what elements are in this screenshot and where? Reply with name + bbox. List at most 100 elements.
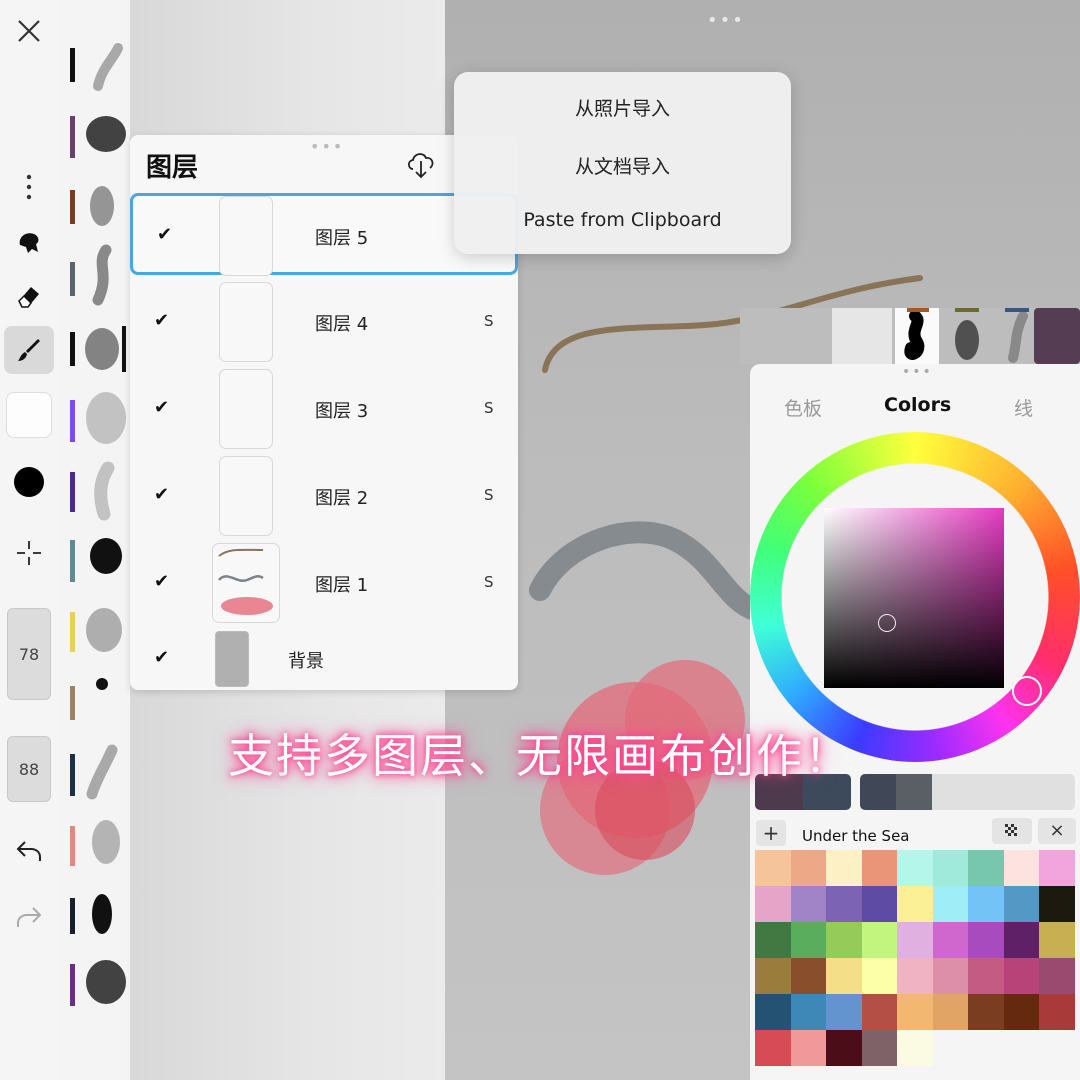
layer-visibility-check[interactable]: ✔ <box>154 397 169 418</box>
close-icon[interactable] <box>6 14 52 48</box>
import-from-photos-item[interactable]: 从照片导入 <box>454 94 791 121</box>
palette-swatch[interactable] <box>755 994 791 1030</box>
palette-swatch[interactable] <box>1003 994 1039 1030</box>
brush-tool-button[interactable] <box>4 326 54 374</box>
eraser-tool-icon[interactable] <box>6 278 52 314</box>
palette-swatch[interactable] <box>897 1030 933 1066</box>
quick-brush-3[interactable] <box>995 308 1039 364</box>
palette-swatch[interactable] <box>932 922 968 958</box>
palette-swatch[interactable] <box>755 886 791 922</box>
undo-icon[interactable] <box>6 834 52 868</box>
palette-swatch[interactable] <box>968 922 1004 958</box>
crosshair-icon[interactable] <box>6 536 52 570</box>
brush-preview-3[interactable] <box>80 176 128 238</box>
layer-row-2[interactable]: ✔ 图层 2 S <box>130 452 518 539</box>
quick-brush-1[interactable] <box>895 308 939 364</box>
more-options-icon[interactable] <box>6 172 52 202</box>
panel-drag-handle[interactable]: ••• <box>310 137 344 156</box>
palette-swatch[interactable] <box>790 994 826 1030</box>
palette-swatch[interactable] <box>1039 850 1075 886</box>
palette-swatch[interactable] <box>826 994 862 1030</box>
saturation-brightness-square[interactable] <box>824 508 1004 688</box>
palette-swatch[interactable] <box>1039 994 1075 1030</box>
palette-swatch[interactable] <box>1003 886 1039 922</box>
palette-swatch[interactable] <box>755 1030 791 1066</box>
palette-swatch[interactable] <box>826 1030 862 1066</box>
palette-swatch[interactable] <box>826 958 862 994</box>
brush-preview-5-selected[interactable] <box>80 318 128 380</box>
palette-swatch[interactable] <box>790 886 826 922</box>
palette-swatch[interactable] <box>932 958 968 994</box>
brush-preview-1[interactable] <box>80 38 128 100</box>
palette-swatch[interactable] <box>1039 922 1075 958</box>
palette-swatch[interactable] <box>755 958 791 994</box>
palette-swatch[interactable] <box>1039 886 1075 922</box>
palette-swatch[interactable] <box>897 886 933 922</box>
layer-visibility-check[interactable]: ✔ <box>154 571 169 592</box>
tab-colors[interactable]: Colors <box>884 394 951 416</box>
palette-swatch[interactable] <box>968 886 1004 922</box>
palette-swatch[interactable] <box>755 922 791 958</box>
layer-visibility-check[interactable]: ✔ <box>157 224 172 245</box>
palette-swatch[interactable] <box>897 850 933 886</box>
layer-row-4[interactable]: ✔ 图层 4 S <box>130 278 518 365</box>
palette-swatch[interactable] <box>826 850 862 886</box>
palette-swatch[interactable] <box>790 958 826 994</box>
palette-swatch[interactable] <box>826 922 862 958</box>
brush-preview-14[interactable] <box>80 952 128 1014</box>
palette-swatch[interactable] <box>826 886 862 922</box>
palette-swatch[interactable] <box>968 958 1004 994</box>
smudge-tool-icon[interactable] <box>6 224 52 260</box>
palette-swatch[interactable] <box>755 850 791 886</box>
palette-swatch[interactable] <box>790 850 826 886</box>
current-color-swatch[interactable] <box>6 392 52 438</box>
brush-size-dot-icon[interactable] <box>6 462 52 502</box>
palette-swatch[interactable] <box>861 958 897 994</box>
palette-swatch[interactable] <box>861 886 897 922</box>
palette-swatch[interactable] <box>968 994 1004 1030</box>
layer-row-1[interactable]: ✔ 图层 1 S <box>130 539 518 626</box>
brush-preview-6[interactable] <box>80 386 128 448</box>
hue-selector-handle[interactable] <box>1012 676 1042 706</box>
panel-drag-handle[interactable]: ••• <box>902 364 933 380</box>
palette-swatch[interactable] <box>790 922 826 958</box>
redo-icon[interactable] <box>6 900 52 934</box>
brush-preview-12[interactable] <box>80 812 128 874</box>
layer-visibility-check[interactable]: ✔ <box>154 647 169 668</box>
quick-color-swatch[interactable] <box>1034 308 1080 364</box>
canvas-drag-handle[interactable]: ••• <box>707 10 745 31</box>
palette-swatch[interactable] <box>968 850 1004 886</box>
close-palette-button[interactable]: × <box>1038 818 1076 844</box>
import-from-documents-item[interactable]: 从文档导入 <box>454 152 791 179</box>
brush-preview-13[interactable] <box>80 884 128 946</box>
palette-swatch[interactable] <box>861 850 897 886</box>
palette-swatch[interactable] <box>897 922 933 958</box>
brush-preview-7[interactable] <box>80 460 128 522</box>
sb-selector-handle[interactable] <box>878 614 896 632</box>
size-slider[interactable]: 78 <box>7 608 51 700</box>
brush-preview-4[interactable] <box>80 244 128 306</box>
layer-row-3[interactable]: ✔ 图层 3 S <box>130 365 518 452</box>
palette-swatch[interactable] <box>1003 922 1039 958</box>
layer-row-background[interactable]: ✔ 背景 <box>130 627 518 687</box>
palette-swatch[interactable] <box>861 994 897 1030</box>
quick-brush-2[interactable] <box>945 308 989 364</box>
brush-preview-2[interactable] <box>80 104 128 166</box>
palette-swatch[interactable] <box>1003 958 1039 994</box>
layer-visibility-check[interactable]: ✔ <box>154 310 169 331</box>
tab-lines[interactable]: 线 <box>1014 394 1033 421</box>
palette-swatch[interactable] <box>861 1030 897 1066</box>
tab-palette[interactable]: 色板 <box>784 394 822 421</box>
palette-swatch[interactable] <box>790 1030 826 1066</box>
palette-swatch[interactable] <box>1003 850 1039 886</box>
palette-grid-icon[interactable] <box>992 818 1032 844</box>
palette-swatch[interactable] <box>932 850 968 886</box>
brush-preview-8[interactable] <box>80 528 128 590</box>
import-cloud-icon[interactable] <box>404 147 438 181</box>
brush-preview-9[interactable] <box>80 600 128 662</box>
palette-swatch[interactable] <box>1039 958 1075 994</box>
add-palette-button[interactable]: + <box>756 820 786 846</box>
paste-from-clipboard-item[interactable]: Paste from Clipboard <box>454 209 791 231</box>
palette-swatch[interactable] <box>932 994 968 1030</box>
palette-swatch[interactable] <box>897 958 933 994</box>
